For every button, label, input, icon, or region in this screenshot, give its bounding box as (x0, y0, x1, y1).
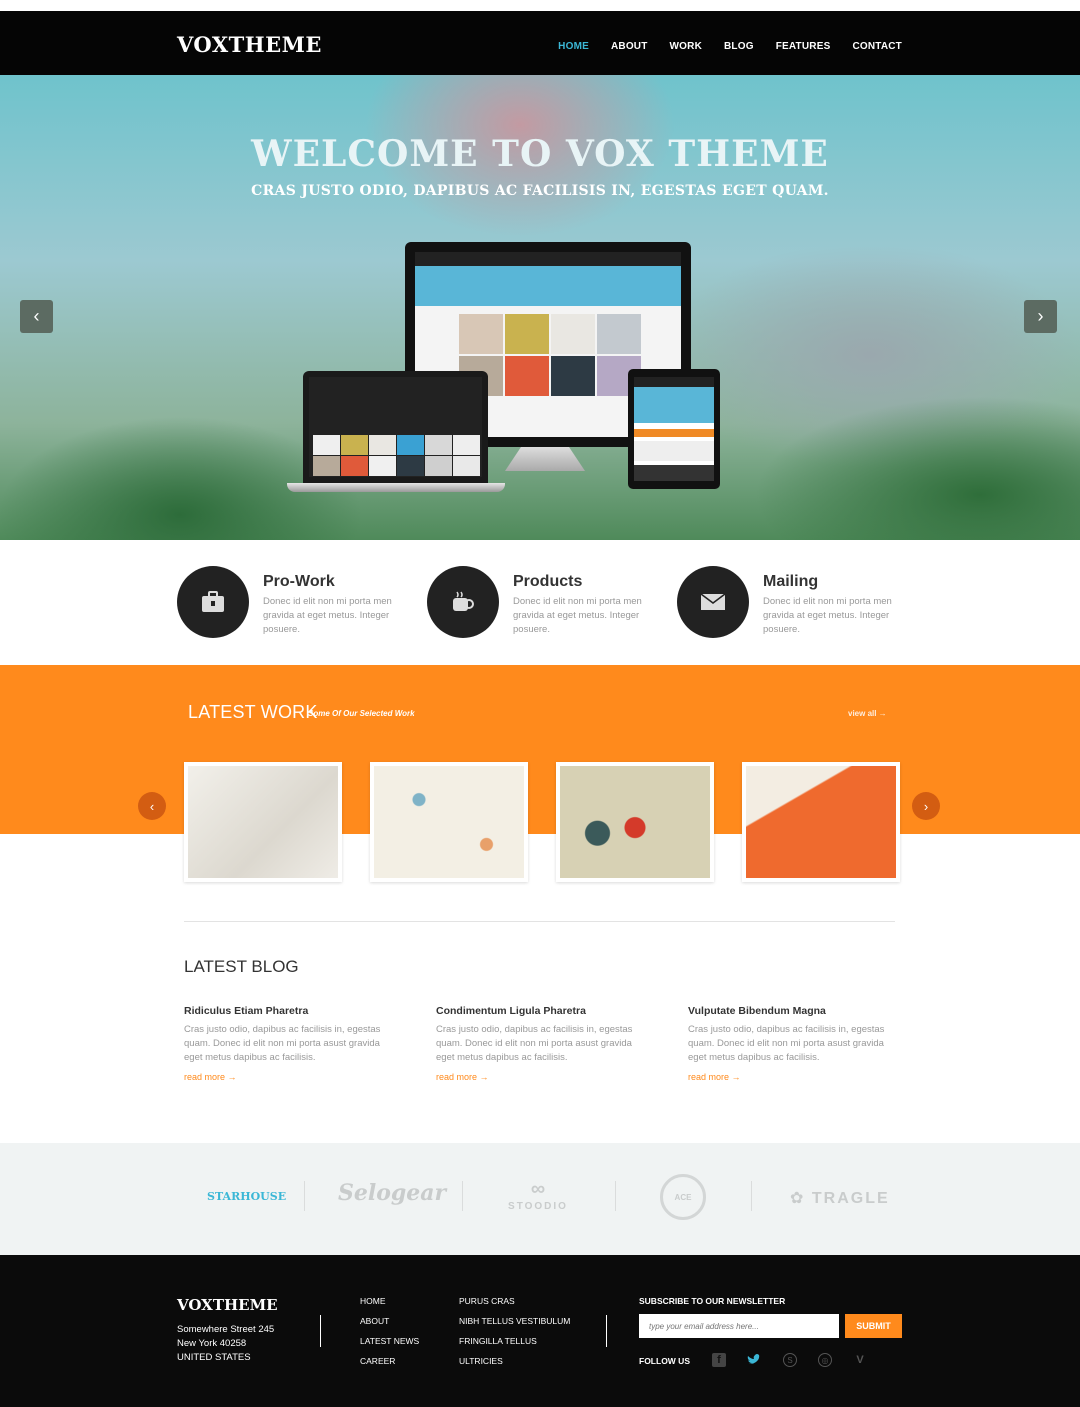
work-thumbnail[interactable] (742, 762, 900, 882)
footer-link-career[interactable]: CAREER (360, 1356, 419, 1366)
latest-blog-title: LATEST BLOG (184, 957, 299, 976)
hero-title: WELCOME TO VOX THEME (251, 133, 829, 175)
blog-posts: Ridiculus Etiam Pharetra Cras justo odio… (184, 1005, 893, 1082)
nav-work[interactable]: WORK (670, 41, 702, 52)
blog-post-title[interactable]: Ridiculus Etiam Pharetra (184, 1005, 389, 1017)
follow-us-label: FOLLOW US (639, 1356, 690, 1366)
blog-post-title[interactable]: Condimentum Ligula Pharetra (436, 1005, 641, 1017)
footer-link[interactable]: ULTRICIES (459, 1356, 570, 1366)
feature-title: Products (513, 573, 583, 590)
chevron-left-icon: ‹ (149, 798, 155, 814)
footer-separator (320, 1315, 321, 1347)
feature-text: Donec id elit non mi porta men gravida a… (763, 596, 892, 635)
facebook-icon[interactable]: f (712, 1353, 726, 1367)
footer-link[interactable]: NIBH TELLUS VESTIBULUM (459, 1316, 570, 1326)
infinity-icon: ∞ (530, 1178, 546, 1200)
hero-subtitle: CRAS JUSTO ODIO, DAPIBUS AC FACILISIS IN… (251, 183, 829, 199)
read-more-link[interactable]: read more → (436, 1072, 641, 1082)
chevron-right-icon: › (1037, 306, 1044, 326)
feature-products: Products Donec id elit non mi porta men … (427, 562, 653, 638)
newsletter-title: SUBSCRIBE TO OUR NEWSLETTER (639, 1296, 786, 1306)
vimeo-icon[interactable]: V (853, 1353, 867, 1367)
nav-home[interactable]: HOME (558, 41, 589, 52)
skype-icon[interactable]: S (783, 1353, 797, 1367)
blog-post: Condimentum Ligula Pharetra Cras justo o… (436, 1005, 641, 1082)
newsletter-submit-button[interactable]: SUBMIT (845, 1314, 902, 1338)
slider-prev-button[interactable]: ‹ (20, 300, 53, 333)
footer-separator (606, 1315, 607, 1347)
client-separator (304, 1181, 305, 1211)
client-logo-selogear[interactable]: Selogear (338, 1180, 446, 1206)
nav-features[interactable]: FEATURES (776, 41, 831, 52)
nav-contact[interactable]: CONTACT (852, 41, 902, 52)
footer-links-col1: HOME ABOUT LATEST NEWS CAREER (360, 1296, 419, 1366)
feature-text: Donec id elit non mi porta men gravida a… (513, 596, 642, 635)
laptop-mockup (303, 371, 488, 483)
blog-post-excerpt: Cras justo odio, dapibus ac facilisis in… (184, 1024, 381, 1063)
work-thumbnail[interactable] (184, 762, 342, 882)
carousel-prev-button[interactable]: ‹ (138, 792, 166, 820)
feature-title: Mailing (763, 573, 819, 590)
coffee-cup-icon (427, 566, 499, 638)
chevron-left-icon: ‹ (33, 306, 40, 326)
blog-post: Vulputate Bibendum Magna Cras justo odio… (688, 1005, 893, 1082)
footer-link-latest-news[interactable]: LATEST NEWS (360, 1336, 419, 1346)
top-strip (0, 0, 1080, 11)
leaf-icon: ✿ (790, 1190, 806, 1207)
footer-link-about[interactable]: ABOUT (360, 1316, 419, 1326)
twitter-icon[interactable] (747, 1353, 761, 1367)
newsletter-email-input[interactable] (639, 1314, 839, 1338)
footer-links-col2: PURUS CRAS NIBH TELLUS VESTIBULUM FRINGI… (459, 1296, 570, 1366)
main-nav: HOME ABOUT WORK BLOG FEATURES CONTACT (536, 41, 902, 52)
client-logo-starhouse[interactable]: STARHOUSE (183, 1178, 286, 1214)
slider-next-button[interactable]: › (1024, 300, 1057, 333)
work-thumbnail[interactable] (370, 762, 528, 882)
latest-work-subtitle: Some Of Our Selected Work (308, 709, 415, 718)
section-divider (184, 921, 895, 922)
tablet-mockup (628, 369, 720, 489)
work-thumbnails (184, 762, 900, 882)
footer-link[interactable]: FRINGILLA TELLUS (459, 1336, 570, 1346)
footer-address: Somewhere Street 245 New York 40258 UNIT… (177, 1324, 275, 1363)
monitor-stand (505, 447, 585, 471)
features-row: Pro-Work Donec id elit non mi porta men … (177, 562, 903, 638)
client-logo-tragle[interactable]: ✿ TRAGLE (790, 1188, 890, 1208)
blog-post-excerpt: Cras justo odio, dapibus ac facilisis in… (436, 1024, 633, 1063)
feature-title: Pro-Work (263, 573, 335, 590)
read-more-link[interactable]: read more → (688, 1072, 893, 1082)
read-more-link[interactable]: read more → (184, 1072, 389, 1082)
view-all-link[interactable]: view all → (848, 709, 887, 718)
client-separator (462, 1181, 463, 1211)
latest-work-title: LATEST WORK (188, 702, 318, 722)
carousel-next-button[interactable]: › (912, 792, 940, 820)
feature-pro-work: Pro-Work Donec id elit non mi porta men … (177, 562, 403, 638)
nav-about[interactable]: ABOUT (611, 41, 648, 52)
blog-post-title[interactable]: Vulputate Bibendum Magna (688, 1005, 893, 1017)
client-separator (615, 1181, 616, 1211)
footer-link[interactable]: PURUS CRAS (459, 1296, 570, 1306)
feature-text: Donec id elit non mi porta men gravida a… (263, 596, 392, 635)
envelope-icon (677, 566, 749, 638)
blog-post: Ridiculus Etiam Pharetra Cras justo odio… (184, 1005, 389, 1082)
client-separator (751, 1181, 752, 1211)
client-logo-ace[interactable]: ACE (660, 1174, 706, 1220)
dribbble-icon[interactable]: ◎ (818, 1353, 832, 1367)
site-header: VOXTHEME HOME ABOUT WORK BLOG FEATURES C… (0, 11, 1080, 75)
chevron-right-icon: › (923, 798, 929, 814)
laptop-base (287, 483, 505, 492)
site-logo[interactable]: VOXTHEME (177, 32, 322, 57)
footer-link-home[interactable]: HOME (360, 1296, 419, 1306)
feature-mailing: Mailing Donec id elit non mi porta men g… (677, 562, 903, 638)
hero-slider: WELCOME TO VOX THEME CRAS JUSTO ODIO, DA… (0, 75, 1080, 540)
client-logo-stoodio[interactable]: ∞ STOODIO (508, 1178, 568, 1212)
crescent-icon (185, 1180, 201, 1212)
nav-blog[interactable]: BLOG (724, 41, 754, 52)
footer-logo[interactable]: VOXTHEME (177, 1296, 278, 1314)
work-thumbnail[interactable] (556, 762, 714, 882)
blog-post-excerpt: Cras justo odio, dapibus ac facilisis in… (688, 1024, 885, 1063)
briefcase-icon (177, 566, 249, 638)
